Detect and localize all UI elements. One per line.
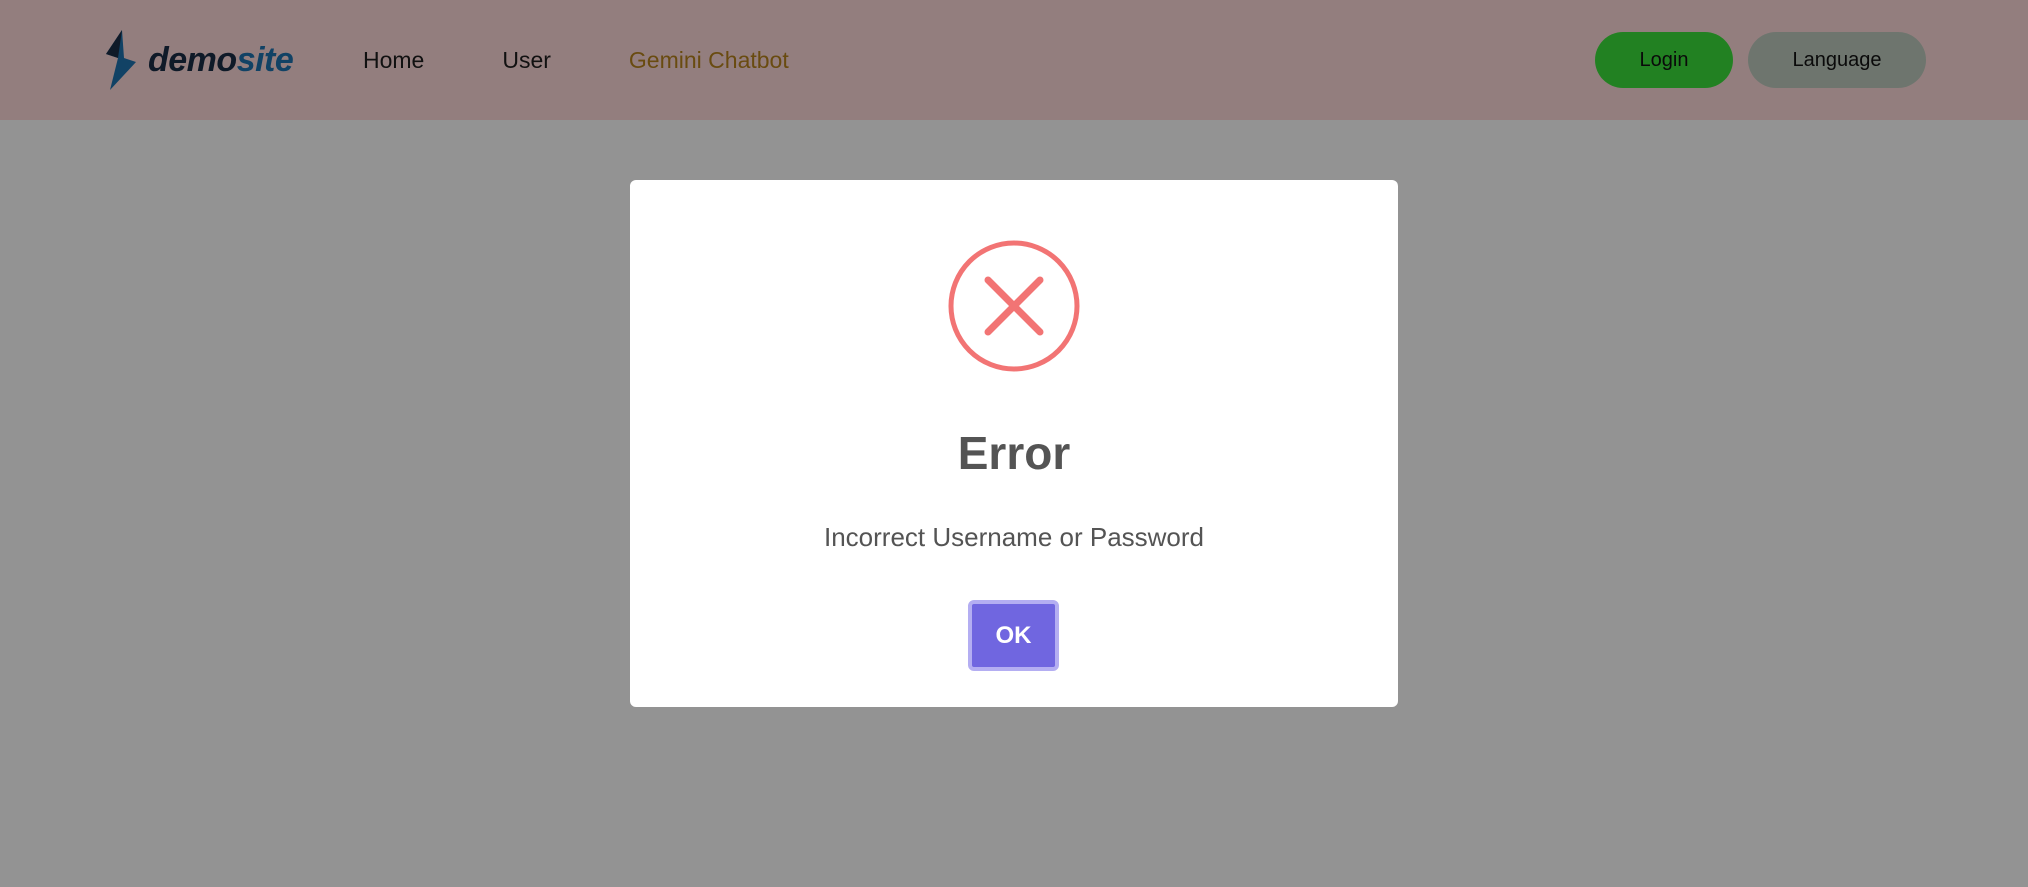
dialog-title: Error <box>957 427 1071 479</box>
error-dialog: Error Incorrect Username or Password OK <box>630 180 1398 707</box>
error-x-icon <box>948 240 1080 372</box>
modal-backdrop[interactable]: Error Incorrect Username or Password OK <box>0 0 2028 887</box>
ok-button[interactable]: OK <box>968 600 1059 671</box>
page: demosite Home User Gemini Chatbot Login … <box>0 0 2028 887</box>
dialog-message: Incorrect Username or Password <box>823 522 1205 552</box>
